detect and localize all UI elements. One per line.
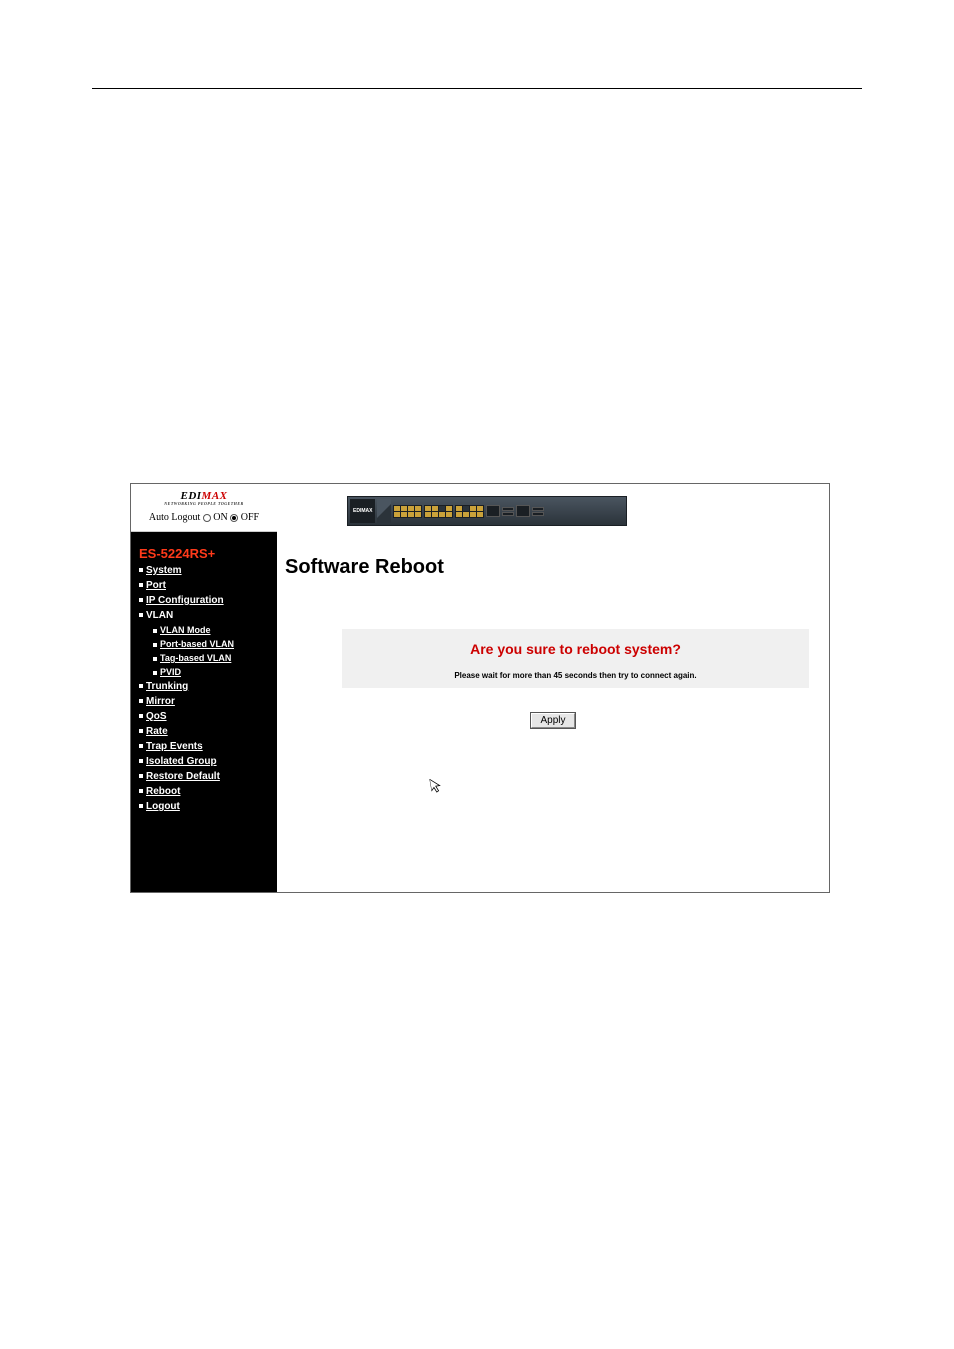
uplink-slot-4	[532, 507, 544, 516]
nav-restore-default[interactable]: Restore Default	[139, 769, 277, 784]
nav-mirror[interactable]: Mirror	[139, 694, 277, 709]
nav-tag-based-vlan[interactable]: Tag-based VLAN	[153, 651, 277, 665]
bullet-icon	[139, 684, 143, 688]
nav-vlan-mode[interactable]: VLAN Mode	[153, 623, 277, 637]
page-top-rule	[92, 88, 862, 89]
device-model: ES-5224RS+	[131, 532, 277, 563]
logo-subtitle: NETWORKING PEOPLE TOGETHER	[131, 501, 277, 506]
nav-isolated-group[interactable]: Isolated Group	[139, 754, 277, 769]
page-title: Software Reboot	[285, 556, 829, 579]
auto-logout-off-text: OFF	[241, 512, 259, 523]
switch-angle-decoration	[377, 499, 391, 523]
bullet-icon	[139, 699, 143, 703]
reboot-confirm-box: Are you sure to reboot system? Please wa…	[342, 629, 809, 688]
apply-button[interactable]: Apply	[531, 713, 574, 728]
port-block-1	[393, 505, 422, 518]
main-content: EDIMAX Software Reboot	[277, 484, 829, 892]
nav-vlan-submenu: VLAN Mode Port-based VLAN Tag-based VLAN…	[139, 623, 277, 679]
uplink-slot-1	[486, 505, 500, 517]
bullet-icon	[139, 598, 143, 602]
nav-qos[interactable]: QoS	[139, 709, 277, 724]
bullet-icon	[139, 568, 143, 572]
nav-rate[interactable]: Rate	[139, 724, 277, 739]
nav-vlan[interactable]: VLAN	[139, 608, 277, 623]
bullet-icon	[153, 643, 157, 647]
bullet-icon	[139, 789, 143, 793]
bullet-icon	[139, 613, 143, 617]
sidebar-nav: System Port IP Configuration VLAN VLAN M…	[131, 563, 277, 814]
bullet-icon	[139, 729, 143, 733]
nav-port[interactable]: Port	[139, 578, 277, 593]
uplink-slot-3	[516, 505, 530, 517]
port-block-3	[455, 505, 484, 518]
bullet-icon	[153, 671, 157, 675]
switch-brand-label: EDIMAX	[350, 499, 375, 523]
bullet-icon	[139, 744, 143, 748]
sidebar: EDIMAX NETWORKING PEOPLE TOGETHER Auto L…	[131, 484, 277, 892]
auto-logout-radio-off[interactable]	[230, 514, 238, 522]
bullet-icon	[153, 657, 157, 661]
switch-device-graphic: EDIMAX	[347, 496, 627, 526]
bullet-icon	[139, 583, 143, 587]
apply-button-wrap: Apply	[277, 710, 829, 728]
reboot-confirm-subtitle: Please wait for more than 45 seconds the…	[350, 671, 801, 680]
port-block-2	[424, 505, 453, 518]
bullet-icon	[139, 804, 143, 808]
nav-ip-configuration[interactable]: IP Configuration	[139, 593, 277, 608]
nav-trap-events[interactable]: Trap Events	[139, 739, 277, 754]
auto-logout-label: Auto Logout	[149, 512, 200, 523]
nav-system[interactable]: System	[139, 563, 277, 578]
bullet-icon	[153, 629, 157, 633]
sidebar-header: EDIMAX NETWORKING PEOPLE TOGETHER Auto L…	[131, 484, 277, 532]
nav-trunking[interactable]: Trunking	[139, 679, 277, 694]
uplink-slot-2	[502, 507, 514, 516]
auto-logout-on-text: ON	[213, 512, 227, 523]
reboot-confirm-title: Are you sure to reboot system?	[350, 641, 801, 657]
bullet-icon	[139, 759, 143, 763]
nav-pvid[interactable]: PVID	[153, 665, 277, 679]
bullet-icon	[139, 774, 143, 778]
mouse-cursor-icon	[429, 777, 444, 798]
auto-logout-radio-on[interactable]	[203, 514, 211, 522]
bullet-icon	[139, 714, 143, 718]
auto-logout-control: Auto Logout ON OFF	[131, 512, 277, 523]
brand-logo: EDIMAX NETWORKING PEOPLE TOGETHER	[131, 490, 277, 506]
nav-reboot[interactable]: Reboot	[139, 784, 277, 799]
nav-port-based-vlan[interactable]: Port-based VLAN	[153, 637, 277, 651]
router-admin-screenshot: EDIMAX NETWORKING PEOPLE TOGETHER Auto L…	[130, 483, 830, 893]
nav-logout[interactable]: Logout	[139, 799, 277, 814]
